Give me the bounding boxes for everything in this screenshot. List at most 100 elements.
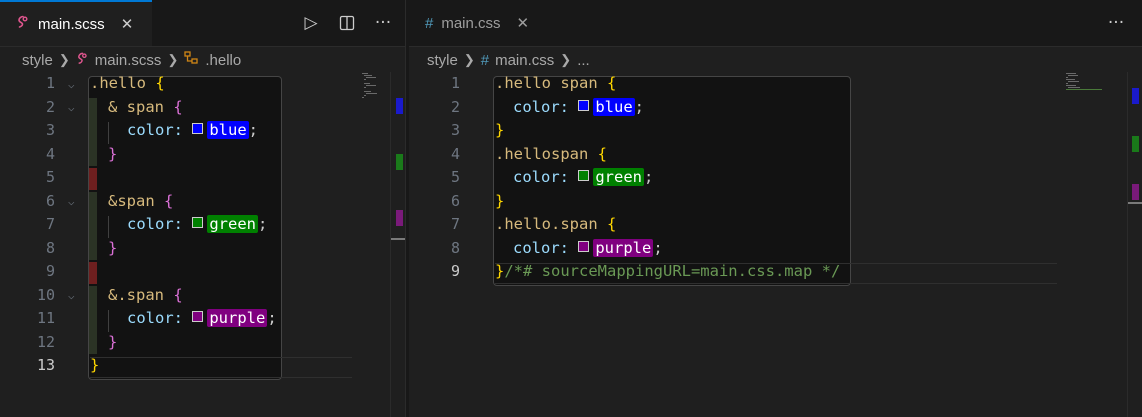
tab-label: main.scss	[38, 15, 105, 33]
code-line[interactable]: }	[495, 190, 504, 214]
color-swatch[interactable]	[578, 170, 590, 181]
breadcrumb: style ❯ main.scss ❯ .hello	[22, 48, 241, 72]
line-number: 10	[36, 285, 55, 304]
code-line[interactable]: }	[108, 331, 117, 355]
selector: &span	[108, 191, 155, 210]
color-swatch[interactable]	[578, 99, 590, 111]
color-swatch[interactable]	[192, 217, 204, 228]
line-number: 4	[45, 144, 55, 163]
more-actions-icon[interactable]: ···	[372, 12, 394, 34]
right-editor-pane: # main.css ✕ ··· style ❯ # main.css ❯ ..…	[409, 0, 1142, 417]
scrollbar-thumb[interactable]	[1127, 202, 1142, 204]
overview-ruler-marker	[396, 210, 403, 226]
color-swatch[interactable]	[192, 311, 204, 322]
minimap[interactable]	[362, 72, 390, 112]
selector: .hello span	[495, 74, 598, 92]
property: color:	[513, 168, 569, 186]
tab-main-css[interactable]: # main.css ✕	[409, 0, 557, 46]
chevron-right-icon: ❯	[463, 52, 475, 67]
code-line[interactable]: .hellospan {	[495, 143, 607, 167]
comment: /*# sourceMappingURL=main.css.map */	[504, 262, 841, 280]
more-actions-icon[interactable]: ···	[1105, 12, 1127, 34]
code-line[interactable]: color: purple;	[513, 237, 663, 261]
code-line[interactable]: }	[108, 143, 117, 167]
line-number: 1	[45, 74, 55, 92]
brace: {	[164, 191, 174, 210]
line-number: 2	[45, 97, 55, 116]
line-number: 11	[36, 309, 55, 327]
selector: &.span	[108, 285, 164, 304]
breadcrumb-file[interactable]: main.scss	[95, 52, 162, 69]
line-number: 6	[45, 191, 55, 210]
breadcrumb-folder[interactable]: style	[427, 52, 458, 69]
gutter-change-marker	[89, 98, 97, 166]
code-line[interactable]: }	[108, 237, 117, 261]
run-icon[interactable]: ▷	[300, 12, 322, 34]
line-number: 7	[450, 215, 460, 233]
split-editor-icon[interactable]	[336, 12, 358, 34]
brace: {	[607, 215, 617, 233]
breadcrumb-more[interactable]: ...	[577, 52, 590, 69]
chevron-right-icon: ❯	[560, 52, 572, 67]
code-line[interactable]: color: green;	[513, 166, 653, 190]
selector: .hellospan	[495, 144, 589, 163]
code-line[interactable]: &.span {	[108, 284, 183, 308]
code-line[interactable]: .hello span {	[495, 72, 616, 96]
brace: {	[607, 74, 617, 92]
overview-ruler-marker	[1132, 136, 1139, 152]
breadcrumb-file[interactable]: main.css	[495, 52, 554, 69]
line-number: 5	[45, 168, 55, 186]
overview-ruler-marker	[396, 154, 403, 170]
semicolon: ;	[267, 309, 277, 327]
chevron-down-icon[interactable]: ⌵	[68, 101, 75, 114]
line-number: 8	[45, 238, 55, 257]
close-icon[interactable]: ✕	[121, 15, 134, 33]
brace: }	[495, 262, 505, 280]
tab-main-scss[interactable]: main.scss ✕	[0, 0, 152, 46]
chevron-down-icon[interactable]: ⌵	[68, 289, 75, 302]
color-swatch[interactable]	[578, 240, 590, 252]
line-number: 4	[450, 144, 460, 163]
overview-ruler-marker	[396, 98, 403, 114]
color-value: blue	[207, 121, 249, 139]
color-swatch[interactable]	[192, 123, 204, 134]
gutter-change-marker	[89, 168, 97, 190]
code-line[interactable]: color: blue;	[127, 119, 258, 143]
chevron-down-icon[interactable]: ⌵	[68, 78, 75, 91]
line-number: 9	[45, 262, 55, 280]
overview-ruler-marker	[1132, 88, 1139, 104]
color-value: green	[207, 215, 259, 233]
line-number: 8	[450, 238, 460, 257]
code-line[interactable]: &span {	[108, 190, 173, 214]
current-line-highlight	[495, 283, 1057, 284]
scrollbar-track	[1127, 72, 1128, 417]
breadcrumb: style ❯ # main.css ❯ ...	[427, 48, 590, 72]
brace: {	[173, 97, 183, 116]
line-number: 7	[45, 215, 55, 233]
minimap[interactable]	[1066, 72, 1106, 96]
left-editor-pane: main.scss ✕ ▷ ··· style ❯ main.scss ❯ .h…	[0, 0, 407, 417]
color-value: green	[593, 168, 645, 186]
gutter-change-marker	[89, 192, 97, 260]
brace: }	[108, 238, 118, 257]
chevron-down-icon[interactable]: ⌵	[68, 195, 75, 208]
property: color:	[513, 238, 569, 257]
code-line[interactable]: .hello.span {	[495, 213, 616, 237]
current-line-highlight	[90, 377, 352, 378]
code-line[interactable]: color: blue;	[513, 96, 644, 120]
gutter-change-marker	[89, 286, 97, 354]
editor-actions: ▷ ···	[300, 0, 394, 46]
code-line[interactable]: & span {	[108, 96, 183, 120]
color-value: purple	[207, 309, 268, 327]
brace: {	[155, 74, 165, 92]
brace: }	[108, 144, 118, 163]
overview-ruler-marker	[1132, 184, 1139, 200]
close-icon[interactable]: ✕	[517, 14, 530, 32]
code-line[interactable]: .hello {	[90, 72, 165, 96]
breadcrumb-symbol[interactable]: .hello	[205, 52, 241, 69]
code-line[interactable]: color: purple;	[127, 307, 277, 331]
breadcrumb-folder[interactable]: style	[22, 52, 53, 69]
code-line[interactable]: }	[495, 119, 504, 143]
code-line[interactable]: color: green;	[127, 213, 267, 237]
semicolon: ;	[258, 215, 268, 233]
